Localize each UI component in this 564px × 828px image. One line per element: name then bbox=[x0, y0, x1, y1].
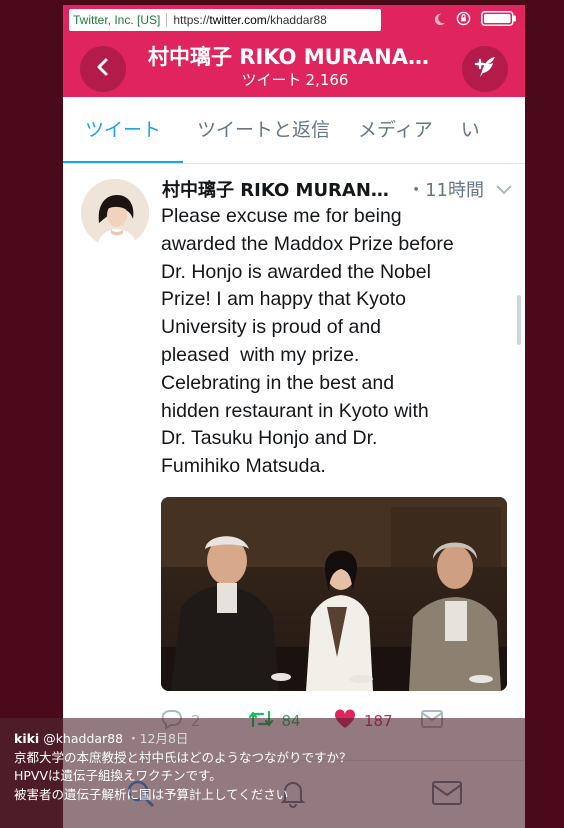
caption-username[interactable]: kiki bbox=[14, 731, 39, 746]
tweets-count: 2,166 bbox=[305, 71, 349, 89]
scrollbar[interactable] bbox=[517, 295, 521, 345]
back-button[interactable] bbox=[80, 46, 126, 92]
phone-screen: Twitter, Inc. [US] https://twitter.com/k… bbox=[63, 5, 525, 828]
caption-line: 京都大学の本庶教授と村中氏はどのようなつながりですか？ bbox=[14, 749, 352, 765]
profile-name: 村中璃子 RIKO MURANAKA bbox=[148, 45, 438, 69]
avatar[interactable] bbox=[81, 179, 149, 247]
compose-tweet-button[interactable] bbox=[462, 46, 508, 92]
profile-header: Twitter, Inc. [US] https://twitter.com/k… bbox=[63, 5, 525, 97]
moon-icon bbox=[433, 11, 446, 30]
tweet-photo[interactable] bbox=[161, 497, 507, 691]
battery-icon bbox=[481, 11, 517, 30]
chevron-left-icon bbox=[93, 57, 113, 81]
tweets-label: ツイート bbox=[241, 71, 302, 89]
caption-handle[interactable]: @khaddar88 bbox=[43, 731, 123, 746]
tweet-timestamp[interactable]: ・11時間 bbox=[407, 176, 484, 202]
rotation-lock-icon bbox=[456, 11, 471, 30]
tab-tweets[interactable]: ツイート bbox=[63, 97, 184, 163]
caption-header: kiki @khaddar88 ・12月8日 bbox=[14, 730, 352, 749]
caption-date: ・12月8日 bbox=[127, 731, 189, 746]
tab-tweets-and-replies[interactable]: ツイートと返信 bbox=[183, 97, 344, 163]
site-identity: Twitter, Inc. [US] bbox=[73, 13, 161, 27]
tweet-author-name[interactable]: 村中璃子 RIKO MURANAKA bbox=[162, 176, 391, 202]
address-divider bbox=[166, 13, 168, 27]
tweet-text: Please excuse me for being awarded the M… bbox=[161, 205, 454, 478]
status-icons bbox=[433, 11, 517, 30]
tab-likes[interactable]: い bbox=[447, 97, 494, 163]
quill-plus-icon bbox=[471, 53, 499, 85]
caption-line: HPVVは遺伝子組換えワクチンです。 bbox=[14, 768, 222, 783]
caption-line: 被害者の遺伝子解析に国は予算計上してください bbox=[14, 786, 289, 802]
address-bar[interactable]: Twitter, Inc. [US] https://twitter.com/k… bbox=[69, 9, 381, 31]
url-text: https://twitter.com/khaddar88 bbox=[173, 13, 327, 27]
profile-tabs: ツイート ツイートと返信 メディア い bbox=[63, 97, 525, 164]
tweet-header: 村中璃子 RIKO MURANAKA ・11時間 bbox=[162, 176, 512, 202]
tweet-count: ツイート 2,166 bbox=[148, 69, 438, 90]
chevron-down-icon[interactable] bbox=[496, 180, 512, 199]
quoted-reply-caption: kiki @khaddar88 ・12月8日 京都大学の本庶教授と村中氏はどのよ… bbox=[14, 730, 352, 804]
tab-media[interactable]: メディア bbox=[344, 97, 447, 163]
